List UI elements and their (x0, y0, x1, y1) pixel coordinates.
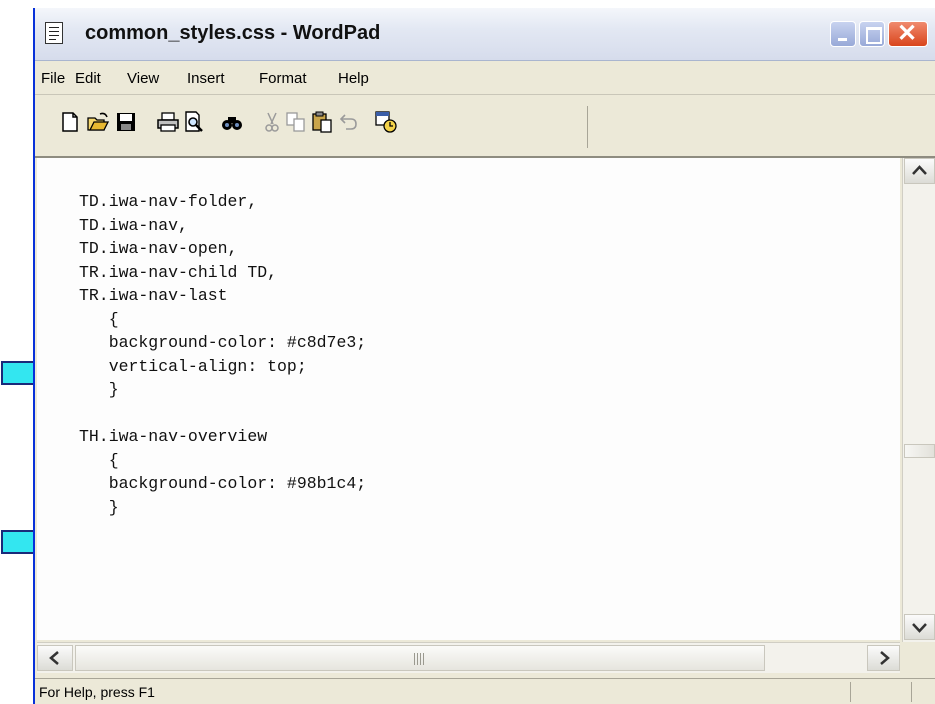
text-line: TD.iwa-nav-open, (79, 239, 238, 258)
scroll-left-button[interactable] (37, 645, 73, 671)
menu-file[interactable]: File (41, 70, 65, 87)
vertical-scroll-thumb[interactable] (904, 444, 935, 458)
text-line: TD.iwa-nav-folder, (79, 192, 258, 211)
chevron-up-icon (912, 165, 927, 175)
save-icon[interactable] (115, 111, 137, 133)
status-divider (911, 682, 912, 702)
chevron-right-icon (880, 651, 890, 665)
horizontal-scroll-thumb[interactable] (75, 645, 765, 671)
horizontal-scrollbar[interactable] (37, 642, 900, 673)
document-text: TD.iwa-nav-folder, TD.iwa-nav, TD.iwa-na… (79, 190, 366, 519)
print-icon[interactable] (157, 111, 179, 133)
close-button[interactable]: ✕ (888, 20, 928, 47)
copy-icon[interactable] (285, 111, 307, 133)
cut-icon[interactable] (261, 111, 283, 133)
close-icon: ✕ (897, 20, 918, 47)
document-area: TD.iwa-nav-folder, TD.iwa-nav, TD.iwa-na… (35, 156, 935, 682)
toolbar (35, 98, 935, 154)
text-line: } (79, 380, 119, 399)
menu-help[interactable]: Help (338, 70, 369, 87)
menu-bar: File Edit View Insert Format Help (35, 64, 935, 95)
text-line (79, 402, 366, 426)
insert-datetime-icon[interactable] (375, 111, 397, 133)
status-bar: For Help, press F1 (35, 678, 935, 704)
text-line: TR.iwa-nav-last (79, 286, 228, 305)
minimize-button[interactable] (830, 21, 856, 47)
paste-icon[interactable] (311, 111, 333, 133)
scroll-down-button[interactable] (904, 614, 935, 640)
text-line: { (79, 450, 119, 470)
text-line: TD.iwa-nav, (79, 215, 188, 235)
scroll-right-button[interactable] (867, 645, 900, 671)
chevron-left-icon (49, 651, 59, 665)
status-divider (850, 682, 851, 702)
title-bar[interactable]: common_styles.css - WordPad ✕ (35, 8, 935, 61)
new-icon[interactable] (59, 111, 81, 133)
open-icon[interactable] (87, 111, 109, 133)
document-editor[interactable]: TD.iwa-nav-folder, TD.iwa-nav, TD.iwa-na… (37, 158, 900, 640)
maximize-button[interactable] (859, 21, 885, 47)
wordpad-icon[interactable] (45, 22, 63, 44)
menu-view[interactable]: View (127, 70, 159, 87)
print-preview-icon[interactable] (183, 111, 205, 133)
menu-edit[interactable]: Edit (75, 70, 101, 87)
wordpad-window: common_styles.css - WordPad ✕ File Edit … (33, 8, 935, 704)
text-line: background-color: #c8d7e3; (79, 333, 367, 352)
text-line: { (79, 309, 119, 329)
undo-icon[interactable] (337, 111, 359, 133)
grip-icon (414, 653, 424, 665)
window-title: common_styles.css - WordPad (85, 22, 381, 44)
chevron-down-icon (912, 623, 927, 633)
text-line: background-color: #98b1c4; (79, 474, 367, 493)
menu-format[interactable]: Format (259, 70, 307, 87)
text-line: } (79, 497, 119, 517)
vertical-scrollbar[interactable] (902, 158, 935, 642)
menu-insert[interactable]: Insert (187, 70, 225, 87)
text-line: TR.iwa-nav-child TD, (79, 262, 278, 282)
status-text: For Help, press F1 (39, 684, 155, 700)
text-line: vertical-align: top; (79, 356, 307, 376)
find-icon[interactable] (221, 111, 243, 133)
scroll-up-button[interactable] (904, 158, 935, 184)
text-line: TH.iwa-nav-overview (79, 427, 268, 446)
